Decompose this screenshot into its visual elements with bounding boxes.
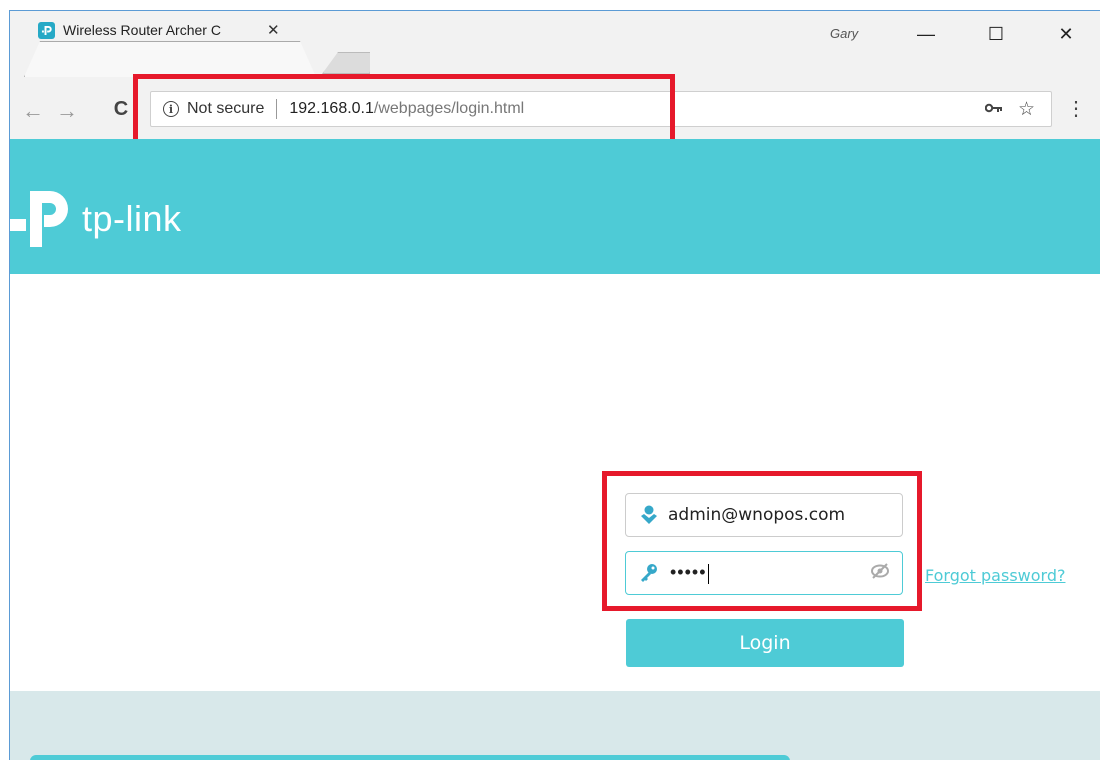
tp-link-favicon-icon [38, 21, 55, 39]
reload-button[interactable]: C [108, 98, 134, 121]
page-header: tp-link [10, 139, 1100, 274]
login-button[interactable]: Login [626, 619, 904, 667]
close-window-button[interactable]: ✕ [1043, 19, 1089, 49]
minimize-button[interactable]: — [903, 19, 949, 49]
forgot-password-link[interactable]: Forgot password? [925, 566, 1065, 585]
footer-bar [30, 755, 790, 760]
router-login-page: tp-link admin@wnopos.com ••••• Forgot pa… [10, 139, 1100, 760]
tab-close-icon[interactable]: ✕ [267, 21, 280, 39]
browser-window: Wireless Router Archer C ✕ Gary — ☐ ✕ ← … [9, 10, 1100, 760]
menu-icon[interactable]: ⋮ [1066, 99, 1086, 119]
tp-link-logo-icon [10, 191, 68, 247]
tab-content: Wireless Router Archer C ✕ [38, 21, 288, 39]
credentials-highlight-box [602, 471, 922, 611]
bookmark-star-icon[interactable]: ☆ [1018, 98, 1035, 121]
page-footer [10, 691, 1100, 760]
profile-name[interactable]: Gary [830, 26, 858, 41]
tp-link-logo: tp-link [10, 187, 182, 251]
back-button[interactable]: ← [20, 98, 46, 124]
key-icon[interactable] [984, 101, 1003, 119]
address-highlight-box [133, 74, 675, 144]
maximize-button[interactable]: ☐ [973, 19, 1019, 49]
forward-button[interactable]: → [54, 98, 80, 124]
browser-tab[interactable] [24, 41, 316, 77]
new-tab-button[interactable] [322, 52, 378, 74]
tab-title: Wireless Router Archer C [63, 22, 221, 38]
brand-name: tp-link [82, 198, 182, 239]
